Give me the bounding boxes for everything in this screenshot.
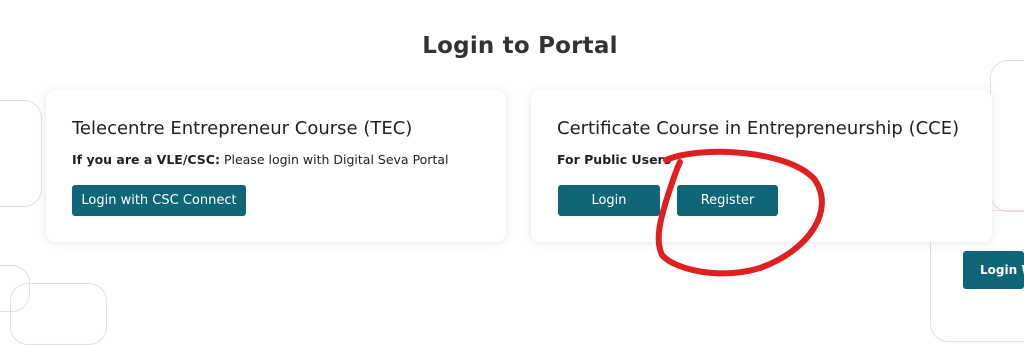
tec-card-description-text: Please login with Digital Seva Portal: [219, 152, 449, 167]
cce-card: Certificate Course in Entrepreneurship (…: [531, 90, 992, 242]
tec-card: Telecentre Entrepreneur Course (TEC) If …: [46, 90, 506, 242]
bg-decoration-left: [0, 100, 42, 207]
cce-card-description-bold: For Public Users: [557, 152, 672, 167]
login-button[interactable]: Login: [558, 185, 660, 216]
tec-card-description: If you are a VLE/CSC: Please login with …: [72, 152, 448, 167]
bg-decoration-top-right: [990, 60, 1024, 212]
cce-card-title: Certificate Course in Entrepreneurship (…: [557, 118, 960, 139]
cce-card-description: For Public Users: [557, 152, 671, 167]
edge-login-button[interactable]: Login W: [963, 251, 1024, 289]
tec-card-title: Telecentre Entrepreneur Course (TEC): [72, 118, 413, 139]
login-with-csc-connect-button[interactable]: Login with CSC Connect: [72, 185, 246, 216]
tec-card-description-bold: If you are a VLE/CSC:: [72, 152, 220, 167]
register-button[interactable]: Register: [677, 185, 778, 216]
bg-decoration-bottom: [10, 283, 107, 345]
page-title: Login to Portal: [422, 33, 618, 59]
